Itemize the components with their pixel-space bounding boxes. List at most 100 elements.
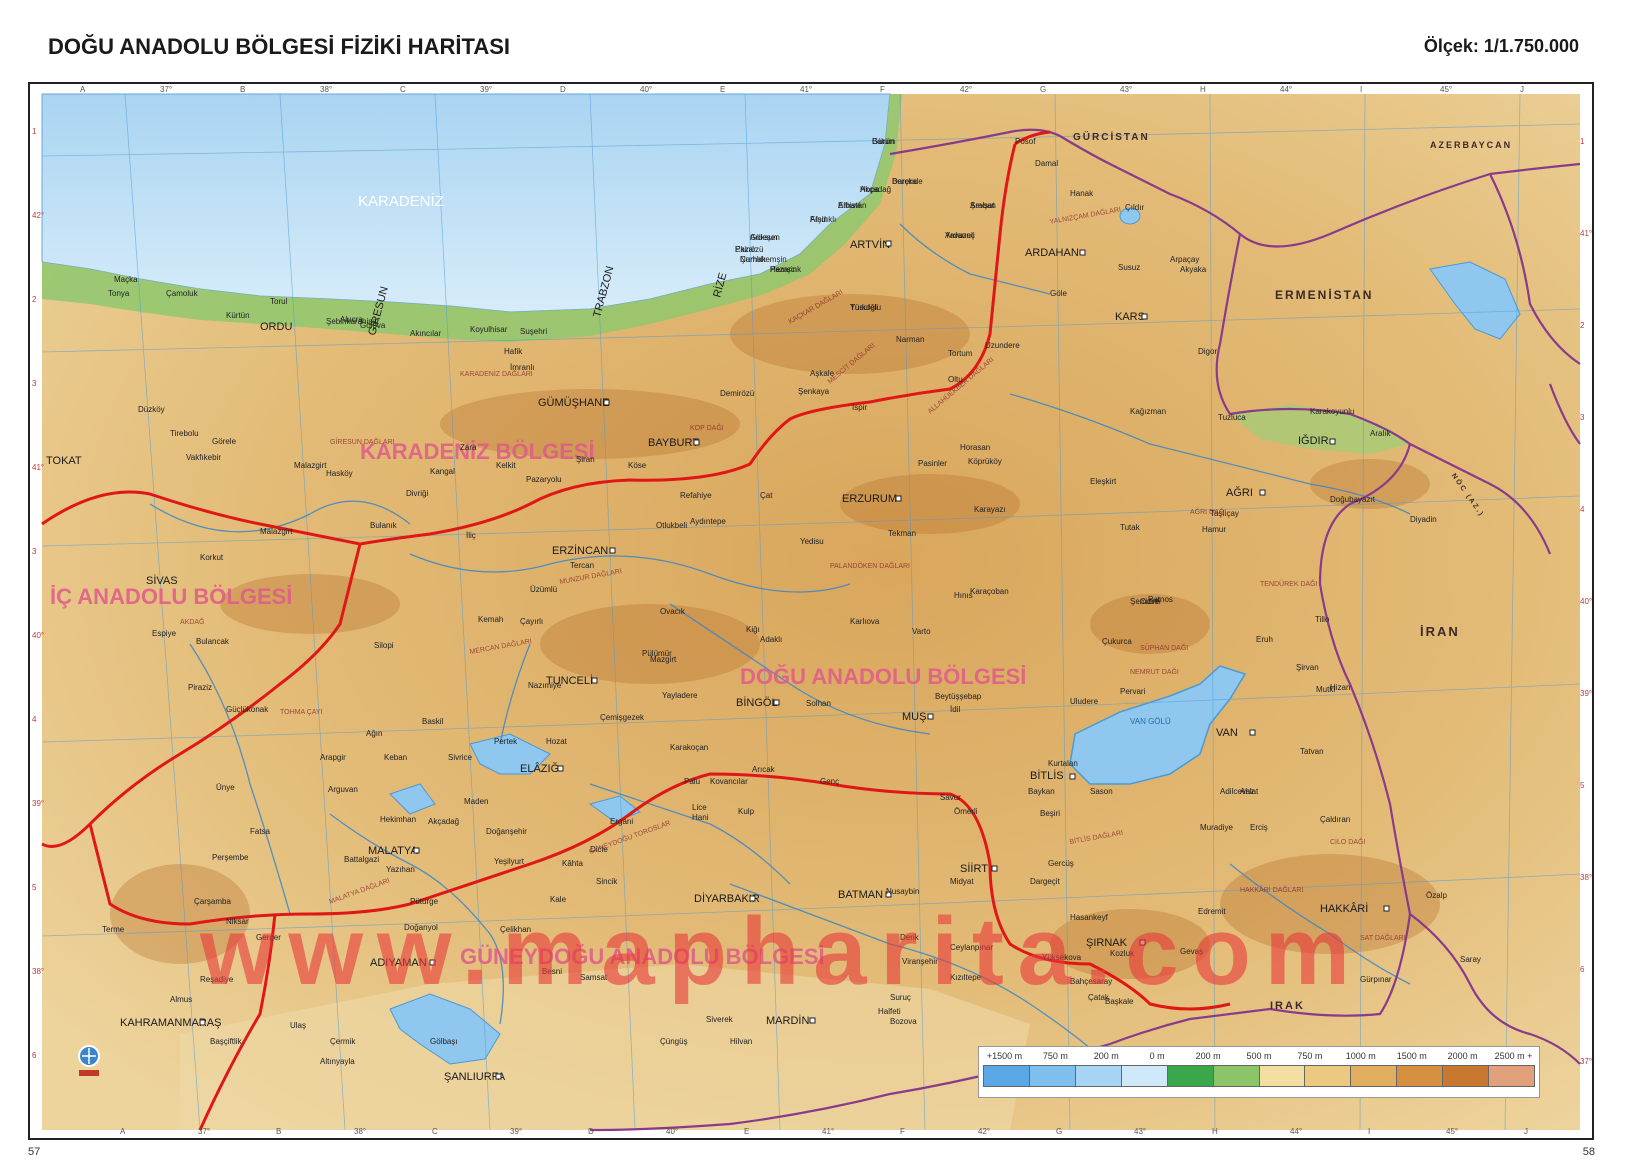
town-label: Lice [692, 803, 707, 812]
town-label: Baykan [1028, 787, 1055, 796]
town-label: Demirözü [720, 389, 754, 398]
map-canvas[interactable]: VAN GÖLÜ KARADENİZ BÖLGESİ İÇ ANADOLU BÖ… [30, 84, 1592, 1138]
legend-swatch [1397, 1066, 1444, 1086]
city-kars: KARS [1115, 311, 1145, 323]
page-number-left: 57 [28, 1146, 41, 1158]
town-label: Adilcevaz [1220, 787, 1254, 796]
town-label: Kovancılar [710, 777, 748, 786]
mountain-label: NEMRUT DAĞI [1130, 667, 1179, 676]
iran-label: İRAN [1420, 624, 1460, 639]
city-van: VAN [1216, 727, 1238, 739]
town-label: Nurhak [740, 255, 767, 264]
legend-swatch [1305, 1066, 1352, 1086]
town-label: Güçlükonak [226, 705, 269, 714]
town-label: Hekimhan [380, 815, 416, 824]
dogu-anadolu-bolgesi-label: DOĞU ANADOLU BÖLGESİ [740, 664, 1026, 689]
mountain-label: AKDAĞ [180, 617, 205, 626]
town-label: Adaklı [760, 635, 782, 644]
map-frame[interactable]: VAN GÖLÜ KARADENİZ BÖLGESİ İÇ ANADOLU BÖ… [28, 82, 1594, 1140]
legend-swatch [1029, 1066, 1076, 1086]
grid-label-top: E [720, 85, 725, 94]
town-label: Gölbaşı [430, 1037, 458, 1046]
legend-label: 200 m [1195, 1051, 1221, 1061]
grid-label-right: 6 [1580, 965, 1585, 974]
legend-label: +1500 m [986, 1051, 1023, 1061]
town-label: Arpaçay [1170, 255, 1199, 264]
town-label: Otlukbeli [656, 521, 687, 530]
grid-label-bottom: A [120, 1127, 126, 1136]
town-label: Beşiri [1040, 809, 1060, 818]
town-label: Sivrice [448, 753, 473, 762]
van-golu-label: VAN GÖLÜ [1130, 717, 1171, 726]
town-label: Cizre [1140, 597, 1159, 606]
grid-labels-top: A 37° B 38° C 39° D 40° E 41° F 42° G 43° H 44° I 45° J [80, 85, 1524, 94]
town-label: Narman [896, 335, 924, 344]
town-label: Hani [692, 813, 709, 822]
town-label: Çukurca [1102, 637, 1132, 646]
mountain-label: SÜPHAN DAĞI [1140, 643, 1188, 652]
grid-label-left: 42° [32, 211, 44, 220]
town-label: Almus [170, 995, 192, 1004]
grid-label-top: 45° [1440, 85, 1452, 94]
legend-bar [983, 1065, 1535, 1087]
town-label: Kâhta [562, 859, 583, 868]
grid-label-left: 1 [32, 127, 37, 136]
town-label: Köse [628, 461, 647, 470]
grid-labels-right: 1 41° 2 3 4 40° 39° 5 38° 6 37° [1580, 137, 1592, 1066]
town-label: Susuz [1118, 263, 1140, 272]
grid-label-bottom: G [1056, 1127, 1062, 1136]
town-label: Ovacık [660, 607, 686, 616]
town-label: Piraziz [188, 683, 212, 692]
town-label: Karaçoban [970, 587, 1009, 596]
town-label: Yeşilyurt [494, 857, 525, 866]
grid-label-left: 40° [32, 631, 44, 640]
legend-swatch [1259, 1066, 1306, 1086]
town-label: Nusaybin [886, 887, 919, 896]
town-label: Başçiftlik [210, 1037, 243, 1046]
grid-label-bottom: 39° [510, 1127, 522, 1136]
town-label: Ulaş [290, 1021, 306, 1030]
karadeniz-bolgesi-label: KARADENİZ BÖLGESİ [360, 439, 595, 464]
town-label: Akçadağ [860, 185, 891, 194]
town-label: Gercüş [1048, 859, 1074, 868]
grid-label-bottom: 38° [354, 1127, 366, 1136]
grid-label-left: 39° [32, 799, 44, 808]
legend-swatch [1443, 1066, 1490, 1086]
ermenistan-label: ERMENİSTAN [1275, 287, 1373, 302]
town-label: Zara [460, 443, 477, 452]
town-label: Yedisu [800, 537, 824, 546]
town-label: Kangal [430, 467, 455, 476]
town-label: Pazaryolu [526, 475, 562, 484]
page-title: DOĞU ANADOLU BÖLGESİ FİZİKİ HARİTASI [48, 34, 510, 59]
grid-label-left: 5 [32, 883, 37, 892]
town-label: Akyaka [1180, 265, 1207, 274]
town-label: Şenkaya [798, 387, 830, 396]
town-label: Özalp [1426, 891, 1447, 900]
grid-label-right: 1 [1580, 137, 1585, 146]
town-label: Baskil [422, 717, 444, 726]
grid-label-right: 3 [1580, 413, 1585, 422]
town-label: Terme [102, 925, 125, 934]
town-label: Siverek [706, 1015, 734, 1024]
town-label: Göksun [750, 233, 778, 242]
town-label: Çüngüş [660, 1037, 688, 1046]
grid-label-right: 37° [1580, 1057, 1592, 1066]
city-agri: AĞRI [1226, 486, 1253, 499]
city-artvin: ARTVİN [850, 238, 890, 251]
legend-swatch [1167, 1066, 1214, 1086]
town-label: Görele [212, 437, 237, 446]
town-label: Beytüşşebap [935, 692, 982, 701]
town-label: Dargeçit [1030, 877, 1061, 886]
town-label: Tutak [1120, 523, 1141, 532]
town-label: Battalgazi [344, 855, 379, 864]
city-mardin: MARDİN [766, 1014, 809, 1027]
town-label: Ergani [610, 817, 633, 826]
grid-label-top: I [1360, 85, 1362, 94]
town-label: Tillo [1315, 615, 1330, 624]
town-label: Uludere [1070, 697, 1099, 706]
grid-label-top: C [400, 85, 406, 94]
karadeniz-label: KARADENİZ [358, 192, 444, 210]
azerbaycan-label: AZERBAYCAN [1430, 140, 1512, 150]
grid-label-left: 41° [32, 463, 44, 472]
grid-label-left: 2 [32, 295, 37, 304]
